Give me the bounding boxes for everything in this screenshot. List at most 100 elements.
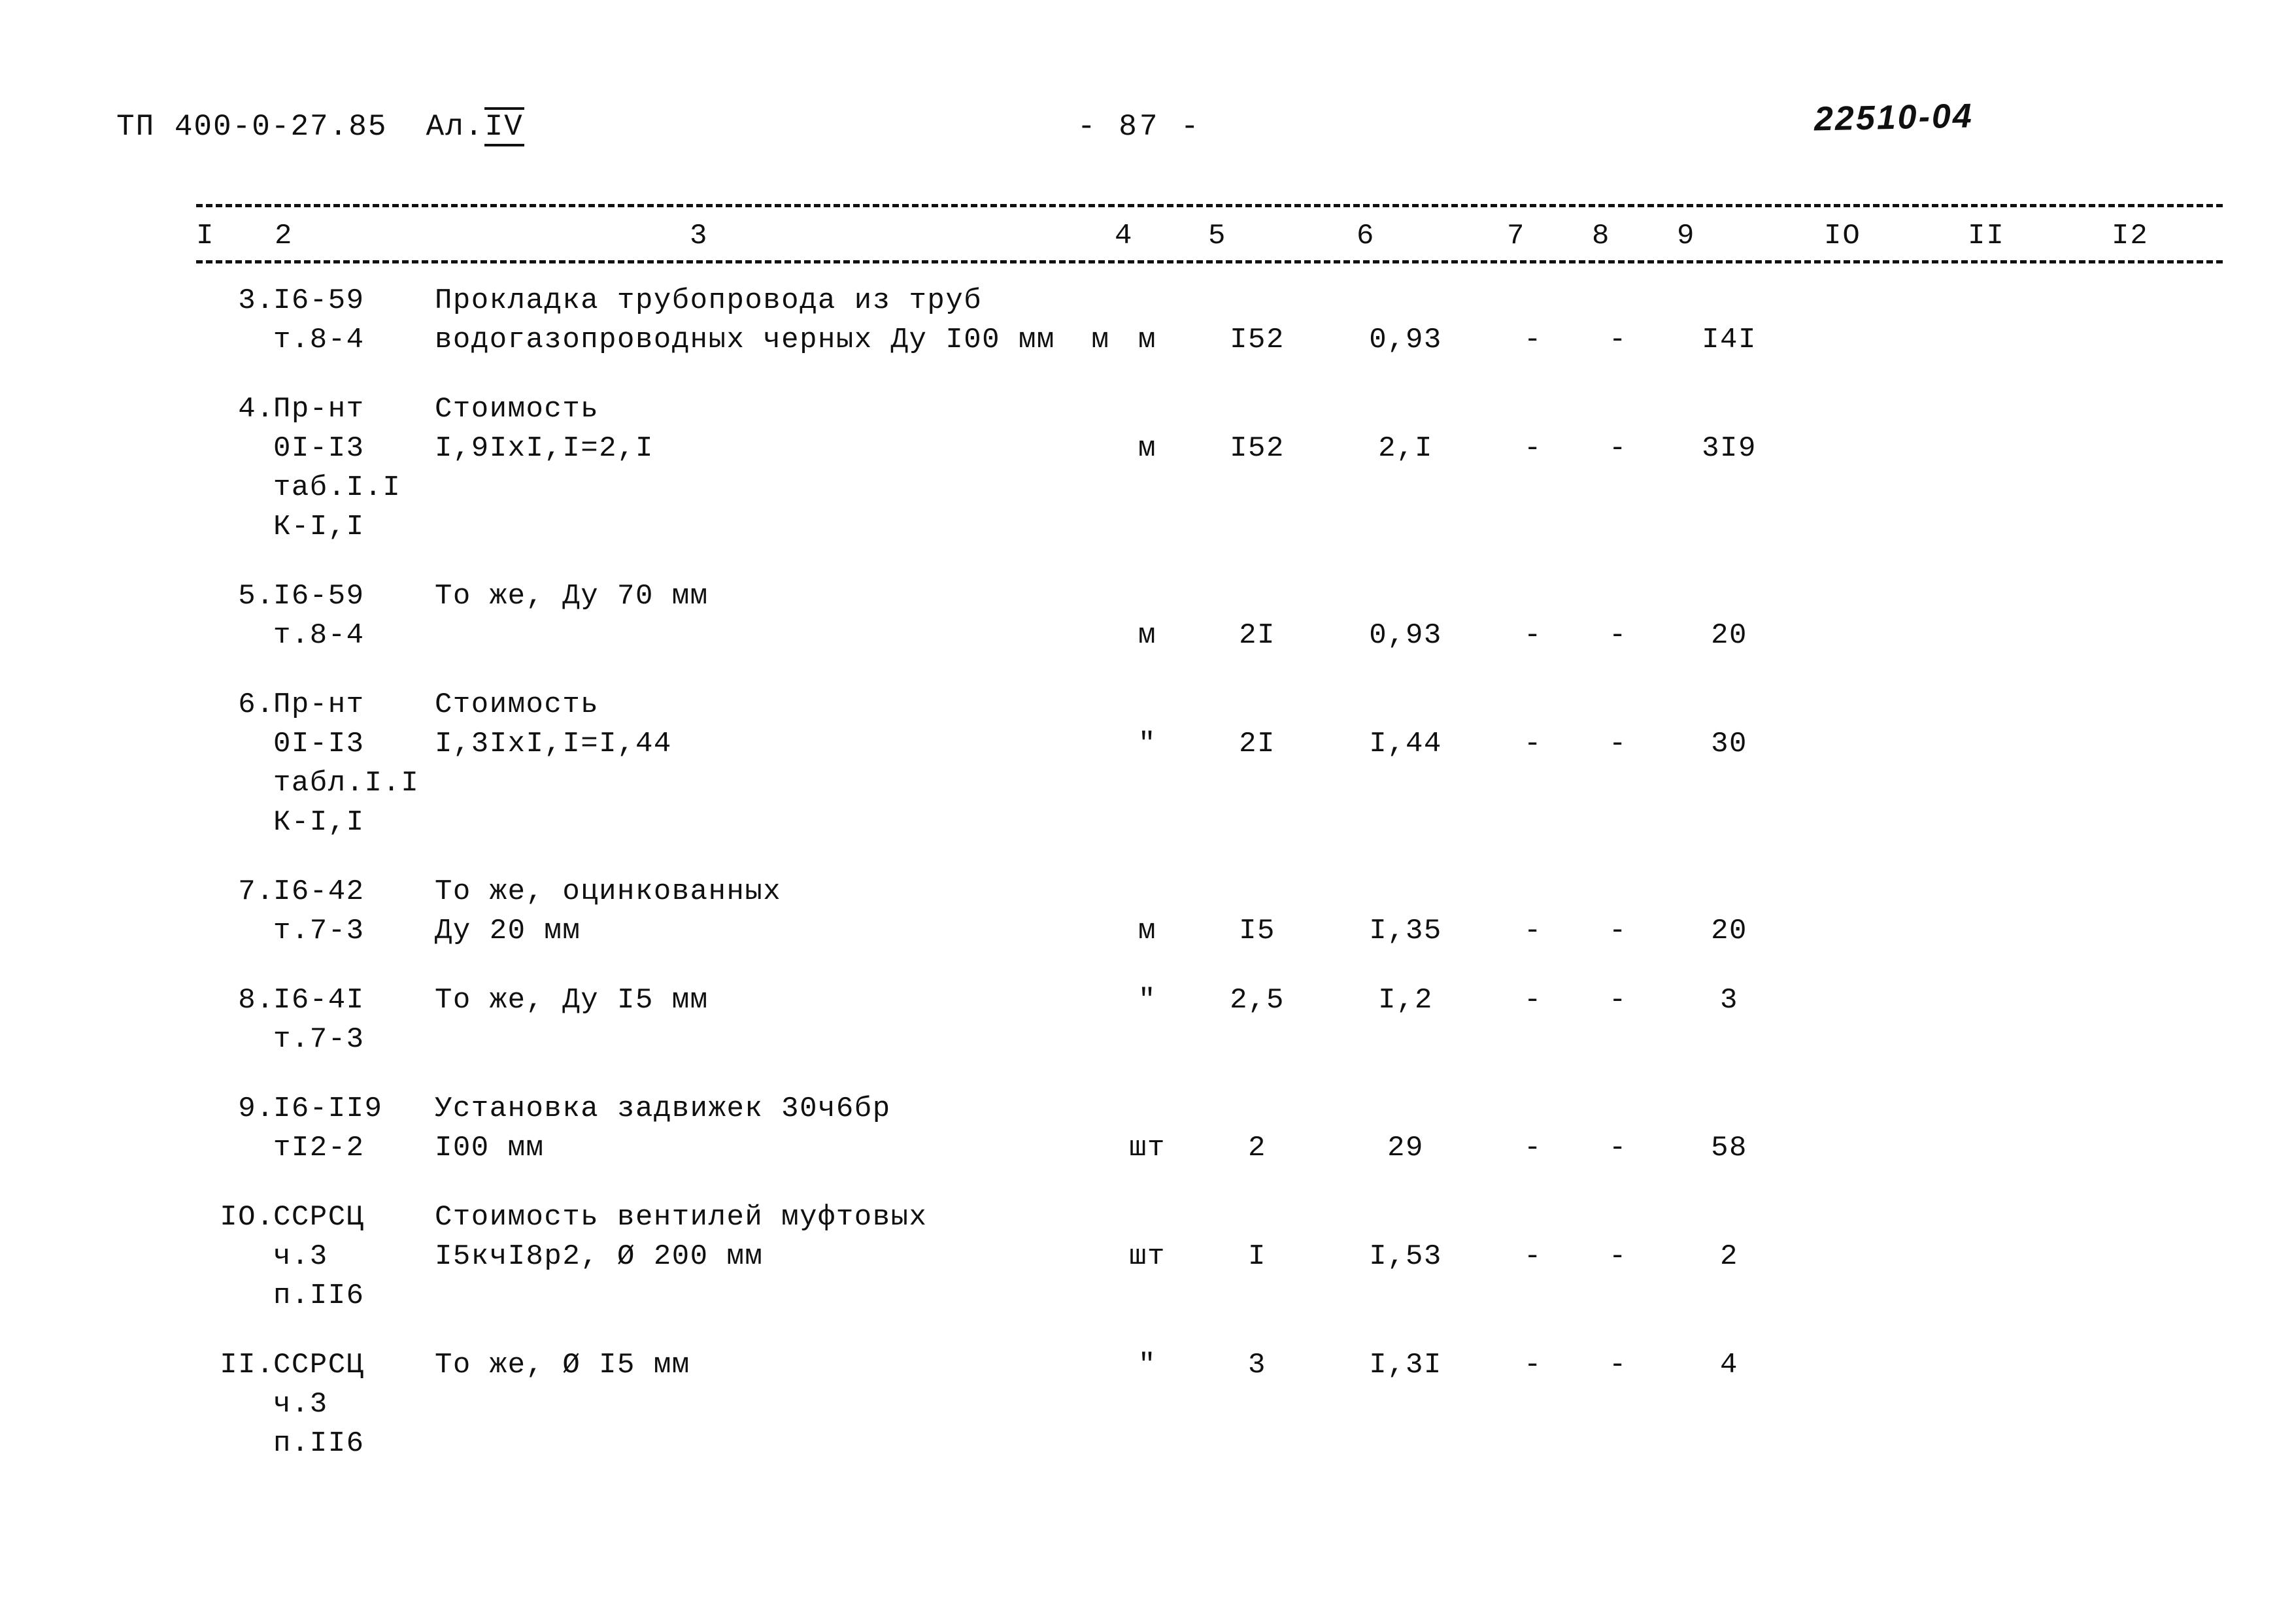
row-description: Прокладка трубопровода из труб водогазоп… (435, 284, 1110, 356)
row-description: То же, оцинкованных Ду 20 мм (435, 875, 782, 947)
row-code: Пр-нт 0I-I3 таб.I.I К-I,I (273, 393, 401, 543)
row-col7: - (1524, 984, 1542, 1017)
row-unit-cost: I,35 (1369, 915, 1442, 947)
row-total: 30 (1711, 728, 1747, 760)
row-total: 4 (1720, 1349, 1738, 1381)
row-code: I6-II9 тI2-2 (273, 1092, 383, 1164)
row-col8: - (1609, 432, 1627, 465)
table-row: 9. I6-II9 тI2-2 Установка задвижек 30ч6бр … (0, 1089, 2294, 1198)
row-col8: - (1609, 1349, 1627, 1381)
row-description: Установка задвижек 30ч6бр I00 мм (435, 1092, 891, 1164)
row-quantity: 2I (1239, 619, 1275, 652)
row-col7: - (1524, 432, 1542, 465)
row-total: 58 (1711, 1132, 1747, 1164)
row-unit: " (1138, 1349, 1156, 1381)
row-unit-cost: 0,93 (1369, 619, 1442, 652)
table-row: IO. ССРСЦ ч.3 п.II6 Стоимость вентилей муф… (0, 1198, 2294, 1345)
row-unit-cost: I,2 (1378, 984, 1433, 1017)
table-column-number: 6 (1357, 220, 1375, 252)
table-column-number: IO (1824, 220, 1861, 252)
row-total: 20 (1711, 619, 1747, 652)
album-number: IV (484, 107, 524, 146)
row-code: I6-42 т.7-3 (273, 875, 365, 947)
table-column-number: 5 (1208, 220, 1227, 252)
row-unit: шт (1129, 1240, 1166, 1273)
row-total: 3 (1720, 984, 1738, 1017)
row-description: Стоимость I,3IхI,I=I,44 (435, 688, 672, 760)
row-code: I6-59 т.8-4 (273, 580, 365, 652)
table-row: 8. I6-4I т.7-3 То же, Ду I5 мм " 2,5 I,2 - - 3 (0, 981, 2294, 1089)
row-col7: - (1524, 1240, 1542, 1273)
row-code: ССРСЦ ч.3 п.II6 (273, 1349, 365, 1460)
row-col8: - (1609, 915, 1627, 947)
row-description: Стоимость вентилей муфтовых I5кчI8р2, Ø … (435, 1201, 928, 1273)
row-unit-cost: I,53 (1369, 1240, 1442, 1273)
row-code: I6-59 т.8-4 (273, 284, 365, 356)
table-column-number: I2 (2112, 220, 2149, 252)
table-column-number: 3 (690, 220, 709, 252)
row-unit: м (1138, 619, 1156, 652)
table-column-number: 9 (1677, 220, 1696, 252)
table-column-number: 8 (1592, 220, 1611, 252)
table-rule-bottom (196, 260, 2223, 263)
row-unit: м (1138, 915, 1156, 947)
table-rule-top (196, 204, 2223, 207)
row-number: 5. (238, 580, 275, 613)
row-col7: - (1524, 324, 1542, 356)
row-col7: - (1524, 1349, 1542, 1381)
row-unit: м (1138, 432, 1156, 465)
table-row: II. ССРСЦ ч.3 п.II6 То же, Ø I5 мм " 3 I,3I - -… (0, 1345, 2294, 1493)
row-col8: - (1609, 619, 1627, 652)
row-unit: шт (1129, 1132, 1166, 1164)
row-description: То же, Ду 70 мм (435, 580, 709, 613)
row-total: 3I9 (1702, 432, 1757, 465)
page-number: - 87 - (1077, 110, 1202, 144)
row-quantity: 2I (1239, 728, 1275, 760)
row-quantity: I (1248, 1240, 1266, 1273)
row-quantity: 2,5 (1230, 984, 1285, 1017)
row-number: 9. (238, 1092, 275, 1125)
row-unit-cost: 2,I (1378, 432, 1433, 465)
stamp-number: 22510-04 (1813, 97, 1974, 139)
row-unit: " (1138, 984, 1156, 1017)
row-col7: - (1524, 619, 1542, 652)
row-quantity: I52 (1230, 432, 1285, 465)
row-unit: " (1138, 728, 1156, 760)
table-row: 5. I6-59 т.8-4 То же, Ду 70 мм м 2I 0,93 - - 20 (0, 577, 2294, 685)
table-row: 7. I6-42 т.7-3 То же, оцинкованных Ду 20 м… (0, 872, 2294, 981)
row-unit: м (1138, 324, 1156, 356)
row-code: ССРСЦ ч.3 п.II6 (273, 1201, 365, 1312)
row-col8: - (1609, 728, 1627, 760)
row-col7: - (1524, 728, 1542, 760)
row-col7: - (1524, 915, 1542, 947)
row-number: IO. (220, 1201, 275, 1234)
table-column-number: II (1968, 220, 2005, 252)
row-col8: - (1609, 1132, 1627, 1164)
document-code: ТП 400-0-27.85 Ал.IV (116, 107, 524, 146)
row-col8: - (1609, 1240, 1627, 1273)
table-column-number: I (196, 220, 215, 252)
table-row: 4. Пр-нт 0I-I3 таб.I.I К-I,I Стоимость I,9… (0, 390, 2294, 577)
table-column-number: 2 (275, 220, 294, 252)
row-quantity: 3 (1248, 1349, 1266, 1381)
row-total: 20 (1711, 915, 1747, 947)
row-quantity: I52 (1230, 324, 1285, 356)
row-number: 3. (238, 284, 275, 317)
row-code: I6-4I т.7-3 (273, 984, 365, 1056)
table-row: 6. Пр-нт 0I-I3 табл.I.I К-I,I Стоимость I,… (0, 685, 2294, 872)
row-total: 2 (1720, 1240, 1738, 1273)
row-number: 7. (238, 875, 275, 908)
row-quantity: I5 (1239, 915, 1275, 947)
row-number: 4. (238, 393, 275, 426)
document-page: ТП 400-0-27.85 Ал.IV - 87 - 22510-04 I23… (0, 0, 2294, 1624)
row-description: Стоимость I,9IхI,I=2,I (435, 393, 654, 465)
table-row: 3. I6-59 т.8-4 Прокладка трубопровода из т… (0, 281, 2294, 390)
row-code: Пр-нт 0I-I3 табл.I.I К-I,I (273, 688, 420, 839)
row-unit-cost: I,44 (1369, 728, 1442, 760)
row-quantity: 2 (1248, 1132, 1266, 1164)
row-unit-cost: 0,93 (1369, 324, 1442, 356)
row-unit-cost: 29 (1387, 1132, 1424, 1164)
row-col8: - (1609, 324, 1627, 356)
row-col8: - (1609, 984, 1627, 1017)
row-number: II. (220, 1349, 275, 1381)
